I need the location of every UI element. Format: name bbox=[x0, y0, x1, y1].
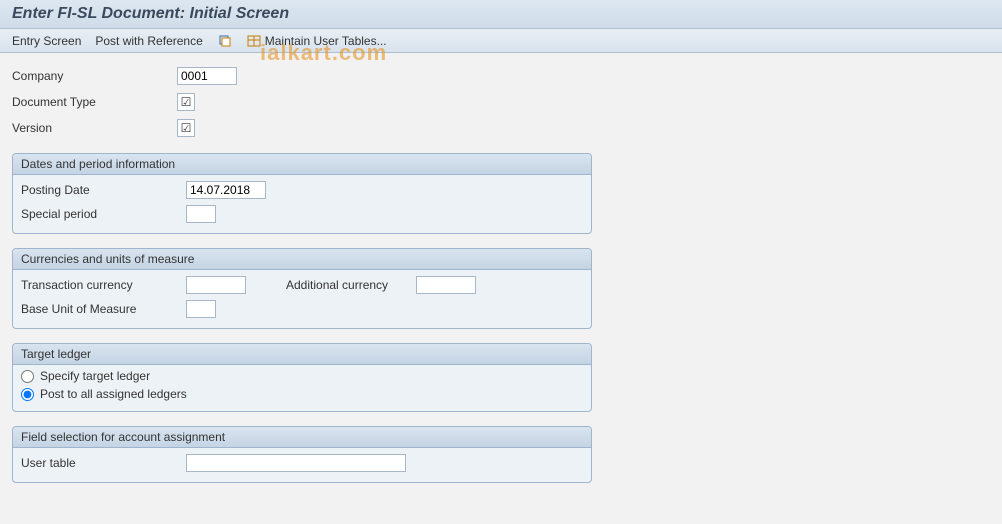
maintain-user-tables-button[interactable]: Maintain User Tables... bbox=[247, 34, 387, 48]
base-uom-input[interactable] bbox=[186, 300, 216, 318]
company-input[interactable] bbox=[177, 67, 237, 85]
copy-icon[interactable] bbox=[217, 33, 233, 49]
additional-currency-input[interactable] bbox=[416, 276, 476, 294]
specify-target-ledger-label: Specify target ledger bbox=[40, 369, 150, 383]
post-all-ledgers-radio[interactable] bbox=[21, 388, 34, 401]
dates-period-group: Dates and period information Posting Dat… bbox=[12, 153, 592, 234]
transaction-currency-input[interactable] bbox=[186, 276, 246, 294]
field-selection-group: Field selection for account assignment U… bbox=[12, 426, 592, 483]
field-selection-title: Field selection for account assignment bbox=[13, 427, 591, 448]
document-type-checkbox[interactable]: ☑ bbox=[177, 93, 195, 111]
post-all-ledgers-label: Post to all assigned ledgers bbox=[40, 387, 187, 401]
maintain-user-tables-label: Maintain User Tables... bbox=[265, 34, 387, 48]
entry-screen-button[interactable]: Entry Screen bbox=[12, 34, 81, 48]
company-label: Company bbox=[12, 69, 177, 83]
transaction-currency-label: Transaction currency bbox=[21, 278, 186, 292]
post-with-reference-button[interactable]: Post with Reference bbox=[95, 34, 202, 48]
special-period-input[interactable] bbox=[186, 205, 216, 223]
page-title: Enter FI-SL Document: Initial Screen bbox=[12, 5, 990, 23]
posting-date-label: Posting Date bbox=[21, 183, 186, 197]
document-type-label: Document Type bbox=[12, 95, 177, 109]
content-area: Company Document Type ☑ Version ☑ Dates … bbox=[0, 53, 1002, 495]
currencies-group: Currencies and units of measure Transact… bbox=[12, 248, 592, 329]
special-period-label: Special period bbox=[21, 207, 186, 221]
version-checkbox[interactable]: ☑ bbox=[177, 119, 195, 137]
specify-target-ledger-radio[interactable] bbox=[21, 370, 34, 383]
title-bar: Enter FI-SL Document: Initial Screen bbox=[0, 0, 1002, 29]
version-label: Version bbox=[12, 121, 177, 135]
user-table-input[interactable] bbox=[186, 454, 406, 472]
application-toolbar: Entry Screen Post with Reference Maintai… bbox=[0, 29, 1002, 53]
target-ledger-group: Target ledger Specify target ledger Post… bbox=[12, 343, 592, 412]
table-icon bbox=[247, 34, 261, 48]
base-uom-label: Base Unit of Measure bbox=[21, 302, 186, 316]
additional-currency-label: Additional currency bbox=[286, 278, 416, 292]
user-table-label: User table bbox=[21, 456, 186, 470]
target-ledger-title: Target ledger bbox=[13, 344, 591, 365]
currencies-title: Currencies and units of measure bbox=[13, 249, 591, 270]
posting-date-input[interactable] bbox=[186, 181, 266, 199]
dates-period-title: Dates and period information bbox=[13, 154, 591, 175]
